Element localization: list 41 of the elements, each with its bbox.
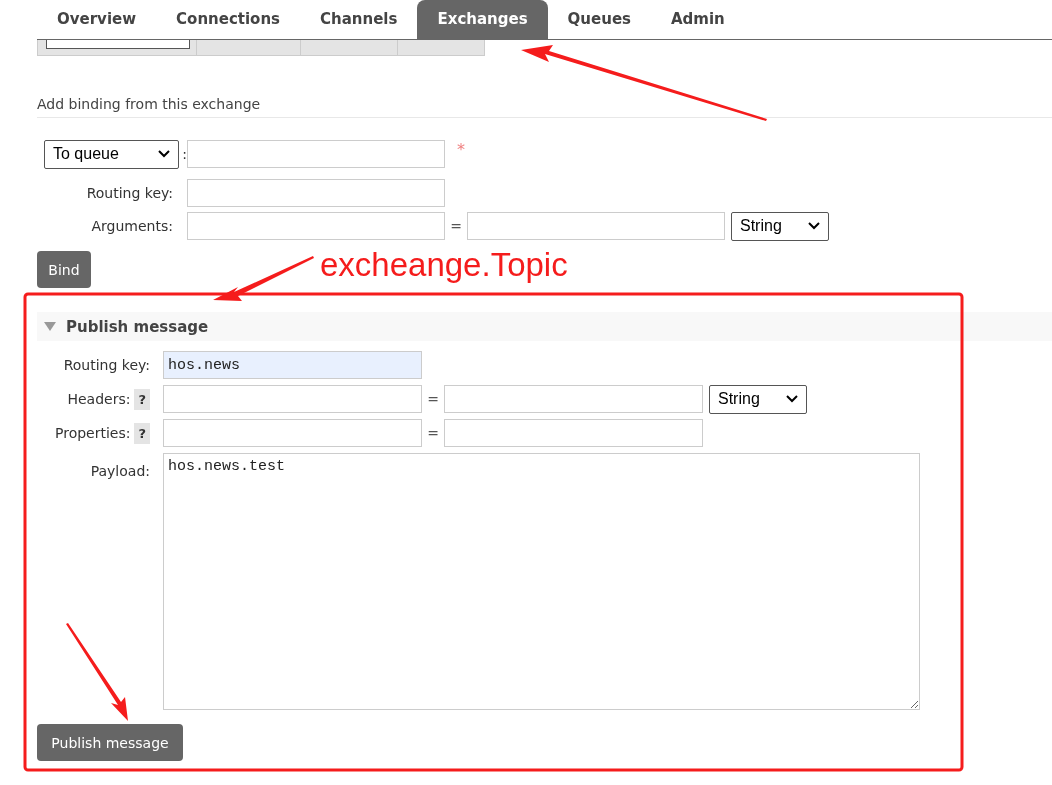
payload-textarea[interactable]: hos.news.test: [163, 453, 920, 710]
routing-key-input[interactable]: [187, 179, 445, 207]
property-key-input[interactable]: [163, 419, 422, 447]
routing-key-input[interactable]: hos.news: [163, 351, 422, 379]
nav-tab[interactable]: Connections: [156, 0, 301, 39]
field-label: Arguments:: [90, 218, 174, 234]
required-mark: *: [457, 139, 465, 159]
help-badge[interactable]: ?: [134, 422, 150, 444]
annotation-text: excheange.Topic: [320, 246, 568, 284]
field-label: Headers:: [67, 391, 131, 407]
field-label: Routing key:: [85, 185, 174, 201]
equals-sign: =: [426, 425, 440, 441]
header-key-input[interactable]: [163, 385, 422, 413]
nav-tab[interactable]: Admin: [651, 0, 745, 39]
type-select[interactable]: String: [731, 211, 829, 241]
chevron-down-icon: [158, 150, 171, 158]
field-label: Payload:: [89, 462, 151, 479]
chevron-down-icon: [786, 395, 798, 403]
type-select[interactable]: String: [709, 384, 807, 414]
nav-tab[interactable]: Queues: [547, 0, 651, 39]
field-label: Properties:: [55, 425, 131, 441]
property-value-input[interactable]: [444, 419, 703, 447]
argument-value-input[interactable]: [467, 212, 725, 240]
chevron-down-icon: [808, 222, 820, 230]
nav-tab[interactable]: Exchanges: [417, 0, 548, 39]
help-badge[interactable]: ?: [134, 388, 150, 410]
nav-tab[interactable]: Overview: [37, 0, 157, 39]
separator: :: [182, 146, 187, 162]
nav-tab[interactable]: Channels: [300, 0, 418, 39]
destination-input[interactable]: [187, 140, 445, 168]
equals-sign: =: [449, 218, 463, 234]
section-header[interactable]: Publish message: [37, 312, 1052, 341]
publish-button[interactable]: Publish message: [37, 724, 183, 761]
bind-button[interactable]: Bind: [37, 251, 91, 288]
triangle-icon: [44, 322, 56, 331]
destination-select[interactable]: To queue: [44, 139, 180, 169]
equals-sign: =: [426, 391, 440, 407]
header-value-input[interactable]: [444, 385, 703, 413]
field-label: Routing key:: [62, 357, 151, 373]
argument-key-input[interactable]: [187, 212, 445, 240]
section-title: Publish message: [66, 317, 209, 336]
